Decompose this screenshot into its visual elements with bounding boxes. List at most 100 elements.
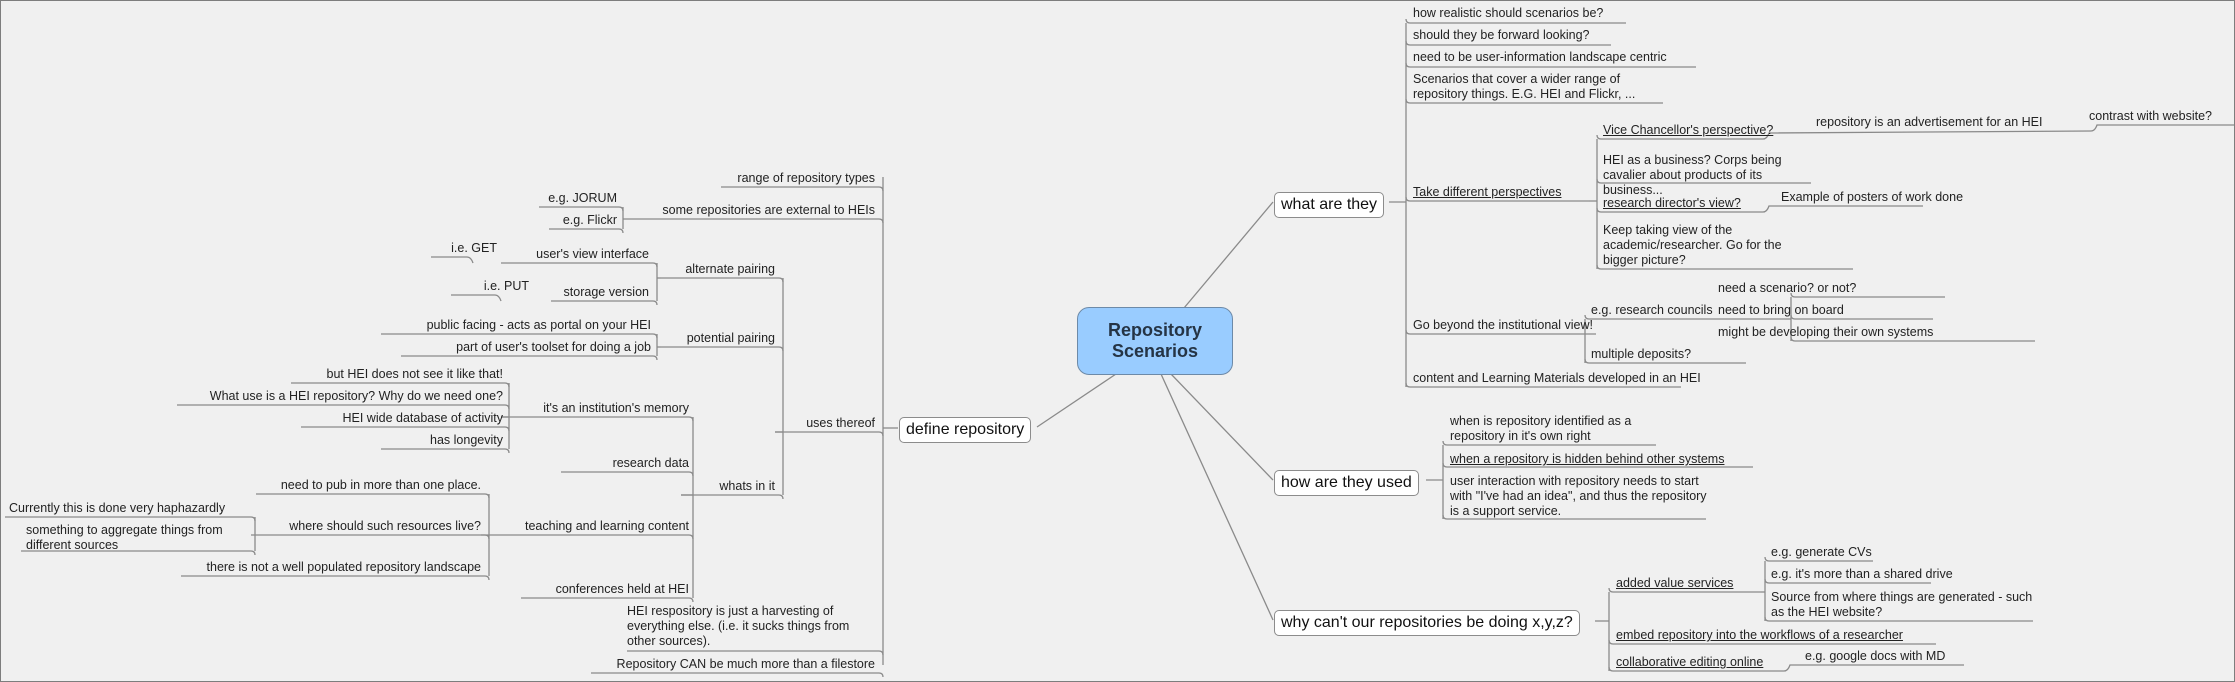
node-users-toolset[interactable]: part of user's toolset for doing a job <box>381 340 651 355</box>
node-take-different-perspectives[interactable]: Take different perspectives <box>1413 185 1561 200</box>
node-google-docs[interactable]: e.g. google docs with MD <box>1805 649 1945 664</box>
u-usersview <box>501 262 658 268</box>
node-go-beyond-institutional[interactable]: Go beyond the institutional view! <box>1413 318 1593 333</box>
node-posters-of-work[interactable]: Example of posters of work done <box>1781 190 1963 205</box>
connector-root-what <box>1183 201 1274 309</box>
node-external-to-heis[interactable]: some repositories are external to HEIs <box>631 203 875 218</box>
node-research-data[interactable]: research data <box>541 456 689 471</box>
node-range-of-repository-types[interactable]: range of repository types <box>701 171 875 186</box>
u-what-use <box>177 404 510 410</box>
u-alt <box>661 277 784 283</box>
u-adv <box>1762 130 2092 140</box>
node-aggregate-sources[interactable]: something to aggregate things from diffe… <box>26 523 251 553</box>
node-contrast-with-website[interactable]: contrast with website? <box>2089 109 2212 124</box>
u-haphazard <box>5 516 256 522</box>
node-whats-in-it[interactable]: whats in it <box>681 479 775 494</box>
node-added-value-services[interactable]: added value services <box>1616 576 1733 591</box>
topic-what-are-they[interactable]: what are they <box>1274 192 1385 218</box>
node-wider-range-scenarios[interactable]: Scenarios that cover a wider range of re… <box>1413 72 1673 102</box>
node-ie-get[interactable]: i.e. GET <box>421 241 497 256</box>
u-conf <box>521 597 694 603</box>
node-storage-version[interactable]: storage version <box>521 285 649 300</box>
u-storage <box>551 300 658 306</box>
node-conferences-held[interactable]: conferences held at HEI <box>501 582 689 597</box>
central-topic-line-2: Scenarios <box>1111 341 1199 361</box>
u-hei-not <box>291 382 510 388</box>
node-user-info-landscape[interactable]: need to be user-information landscape ce… <box>1413 50 1667 65</box>
node-need-to-pub[interactable]: need to pub in more than one place. <box>201 478 481 493</box>
central-topic[interactable]: Repository Scenarios <box>1077 307 1233 375</box>
node-public-facing[interactable]: public facing - acts as portal on your H… <box>381 318 651 333</box>
u-pub <box>256 493 490 499</box>
node-eg-jorum[interactable]: e.g. JORUM <box>521 191 617 206</box>
node-teaching-learning-content[interactable]: teaching and learning content <box>481 519 689 534</box>
node-alternate-pairing[interactable]: alternate pairing <box>661 262 775 277</box>
topic-how-are-they-used[interactable]: how are they used <box>1274 470 1419 496</box>
u-filestore <box>591 672 884 678</box>
u-whats <box>681 494 784 500</box>
u-memory <box>501 416 694 422</box>
node-more-than-shared-drive[interactable]: e.g. it's more than a shared drive <box>1771 567 1953 582</box>
node-vice-chancellor[interactable]: Vice Chancellor's perspective? <box>1603 123 1773 138</box>
node-how-realistic[interactable]: how realistic should scenarios be? <box>1413 6 1603 21</box>
node-research-councils[interactable]: e.g. research councils <box>1591 303 1713 318</box>
u-teaching <box>481 534 694 540</box>
node-advertisement-for-hei[interactable]: repository is an advertisement for an HE… <box>1816 115 2043 130</box>
u-where <box>251 534 490 540</box>
topic-define-repository[interactable]: define repository <box>899 417 1032 443</box>
node-hei-harvesting[interactable]: HEI respository is just a harvesting of … <box>627 604 877 649</box>
node-more-than-filestore[interactable]: Repository CAN be much more than a files… <box>561 657 875 672</box>
connector-root-why <box>1160 373 1274 621</box>
node-generate-cvs[interactable]: e.g. generate CVs <box>1771 545 1872 560</box>
node-potential-pairing[interactable]: potential pairing <box>661 331 775 346</box>
node-hei-wide-database[interactable]: HEI wide database of activity <box>201 411 504 426</box>
u-pot <box>661 346 784 352</box>
node-academic-view[interactable]: Keep taking view of the academic/researc… <box>1603 223 1813 268</box>
node-source-hei-website[interactable]: Source from where things are generated -… <box>1771 590 2041 620</box>
central-topic-line-1: Repository <box>1107 320 1203 340</box>
u-external <box>641 218 884 224</box>
u-public <box>381 333 658 339</box>
node-ive-had-an-idea[interactable]: user interaction with repository needs t… <box>1450 474 1710 519</box>
node-has-longevity[interactable]: has longevity <box>201 433 503 448</box>
node-multiple-deposits[interactable]: multiple deposits? <box>1591 347 1691 362</box>
node-hidden-behind-systems[interactable]: when a repository is hidden behind other… <box>1450 452 1724 467</box>
node-currently-haphazard[interactable]: Currently this is done very haphazardly <box>9 501 225 516</box>
node-hei-does-not-see[interactable]: but HEI does not see it like that! <box>201 367 504 382</box>
node-developing-own-systems[interactable]: might be developing their own systems <box>1718 325 1933 340</box>
u-range <box>721 186 884 192</box>
u-contrast <box>2090 124 2234 132</box>
u-flickr <box>549 228 624 234</box>
u-landscape <box>181 575 490 581</box>
connector-root-define <box>1036 373 1117 428</box>
topic-why-cant-repositories[interactable]: why can't our repositories be doing x,y,… <box>1274 610 1580 636</box>
connector-root-how <box>1170 373 1274 481</box>
node-content-learning-materials[interactable]: content and Learning Materials developed… <box>1413 371 1701 386</box>
node-uses-thereof[interactable]: uses thereof <box>771 416 875 431</box>
node-eg-flickr[interactable]: e.g. Flickr <box>521 213 617 228</box>
u-research <box>561 471 694 477</box>
node-research-director[interactable]: research director's view? <box>1603 196 1741 211</box>
u-jorum <box>539 206 624 212</box>
node-embed-into-workflows[interactable]: embed repository into the workflows of a… <box>1616 628 1903 643</box>
node-need-a-scenario[interactable]: need a scenario? or not? <box>1718 281 1856 296</box>
node-institutions-memory[interactable]: it's an institution's memory <box>481 401 689 416</box>
u-posters <box>1762 205 1923 213</box>
node-what-use-is-hei-repo[interactable]: What use is a HEI repository? Why do we … <box>151 389 503 404</box>
node-forward-looking[interactable]: should they be forward looking? <box>1413 28 1590 43</box>
mind-map-canvas: Repository Scenarios define repository w… <box>0 0 2235 682</box>
u-google <box>1783 664 1964 672</box>
node-users-view-interface[interactable]: user's view interface <box>481 247 649 262</box>
u-database <box>301 426 510 432</box>
u-toolset <box>401 355 658 361</box>
u-uses <box>775 431 884 437</box>
u-get <box>431 256 474 264</box>
node-not-well-populated[interactable]: there is not a well populated repository… <box>151 560 481 575</box>
node-identified-as-repository[interactable]: when is repository identified as a repos… <box>1450 414 1670 444</box>
u-longevity <box>381 448 510 454</box>
node-where-should-resources-live[interactable]: where should such resources live? <box>241 519 481 534</box>
node-ie-put[interactable]: i.e. PUT <box>441 279 529 294</box>
u-harvest <box>627 650 884 656</box>
node-bring-on-board[interactable]: need to bring on board <box>1718 303 1844 318</box>
node-collaborative-editing[interactable]: collaborative editing online <box>1616 655 1763 670</box>
